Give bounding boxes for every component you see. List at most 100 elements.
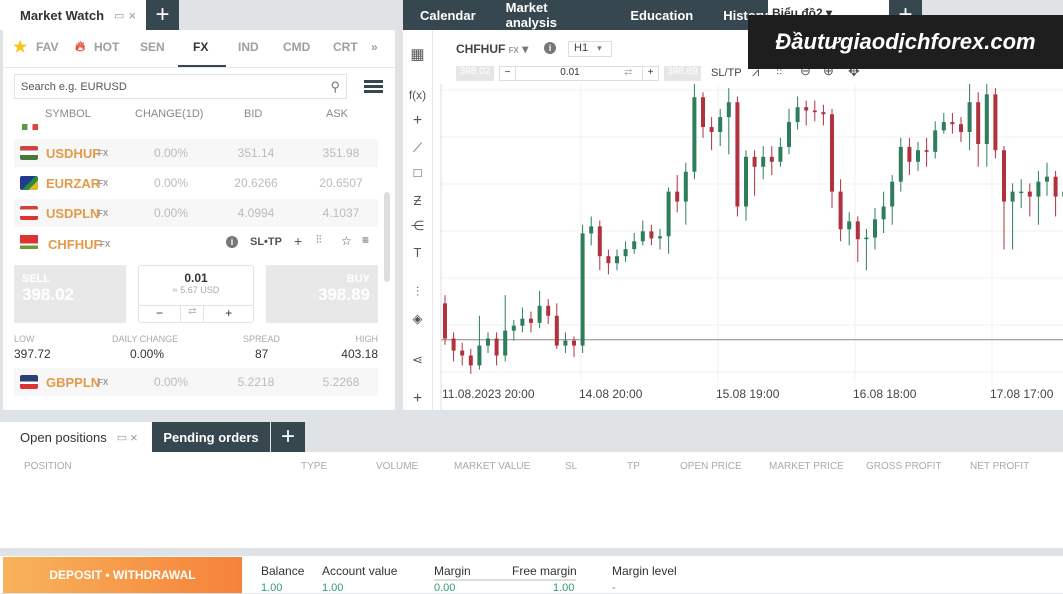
maximize-icon[interactable]: ▭ — [117, 431, 127, 444]
fibonacci-icon[interactable]: Ƶ — [403, 193, 432, 208]
candle-body — [460, 350, 465, 356]
increase-button[interactable]: + — [642, 67, 658, 80]
layout-grid-icon[interactable]: ▦ — [403, 45, 432, 63]
grid-view-icon[interactable] — [364, 80, 383, 93]
crosshair-icon[interactable]: + — [403, 112, 432, 130]
type: FX — [98, 377, 109, 387]
text-icon[interactable]: T — [403, 245, 432, 260]
col-market-value: MARKET VALUE — [454, 461, 531, 472]
chart-sell-button[interactable]: 398.02 — [456, 66, 494, 81]
candle-body — [976, 102, 981, 145]
scrollbar[interactable] — [384, 192, 390, 282]
x-tick-label: 16.08 18:00 — [853, 387, 917, 401]
volume-increase-button[interactable]: + — [204, 306, 253, 323]
share-icon[interactable]: ⋖ — [403, 352, 432, 368]
candle-body — [615, 256, 619, 264]
info-icon[interactable]: i — [226, 236, 238, 248]
decrease-button[interactable]: − — [500, 67, 516, 80]
add-bottom-tab-button[interactable]: + — [271, 422, 305, 452]
symbol: EURZAR — [46, 175, 101, 191]
spread-value: 87 — [255, 347, 269, 361]
sell-button[interactable]: SELL 398.02 — [14, 265, 126, 323]
type: FX — [100, 240, 111, 249]
spread-label: SPREAD — [243, 334, 281, 344]
volume-decrease-button[interactable]: − — [139, 306, 182, 323]
candle-body — [898, 146, 903, 182]
ask: 5.2268 — [322, 375, 360, 389]
trendline-icon[interactable]: ⟋ — [403, 140, 432, 156]
add-icon[interactable]: + — [403, 390, 432, 408]
margin-level-value: - — [612, 582, 616, 594]
candle-body — [984, 94, 989, 145]
more-categories-icon[interactable]: » — [371, 40, 378, 54]
timeframe-select[interactable]: H1 ▾ — [568, 41, 612, 57]
category-ind[interactable]: IND — [238, 40, 259, 54]
chart-symbol-select[interactable]: CHFHUF FX ▾ — [456, 42, 528, 56]
category-sen[interactable]: SEN — [140, 40, 165, 54]
category-hot[interactable]: HOT — [94, 40, 119, 54]
tab-pending-orders[interactable]: Pending orders — [152, 422, 270, 452]
chart-volume-input[interactable]: − 0.01 ⇄ + — [499, 66, 659, 81]
indicators-button[interactable]: f(x) — [403, 88, 432, 102]
tab-education[interactable]: Education — [630, 8, 693, 23]
symbol-row-gbppln[interactable]: GBPPLN FX 0.00% 5.2218 5.2268 — [14, 368, 378, 396]
close-icon[interactable]: × — [128, 8, 136, 23]
add-to-list-icon[interactable]: ≡ — [362, 233, 369, 247]
maximize-icon[interactable]: ▭ — [114, 9, 124, 22]
symbol-row-usdhuf[interactable]: USDHUF FX 0.00% 351.14 351.98 — [14, 139, 378, 167]
add-icon[interactable]: + — [294, 233, 302, 249]
flag-icon — [20, 206, 38, 220]
candle-body — [907, 146, 912, 162]
rectangle-icon[interactable]: □ — [403, 165, 432, 180]
account-value: 1.00 — [322, 582, 344, 594]
category-fav[interactable]: FAV — [36, 40, 58, 54]
search-input[interactable]: Search e.g. EURUSD ⚲ — [14, 74, 347, 99]
low-label: LOW — [14, 334, 35, 344]
candle-body — [675, 191, 680, 202]
candle-body — [477, 345, 482, 366]
add-tab-button[interactable]: + — [146, 0, 179, 30]
tab-calendar[interactable]: Calendar — [420, 8, 476, 23]
swap-icon[interactable]: ⇄ — [624, 67, 642, 80]
candlestick-chart[interactable]: 11.08.2023 20:00 14.08 20:00 15.08 19:00 16… — [433, 84, 1063, 410]
change: 0.00% — [153, 176, 189, 190]
volume-value[interactable]: 0.01 — [139, 271, 253, 285]
symbol-row-usdpln[interactable]: USDPLN FX 0.00% 4.0994 4.1037 — [14, 199, 378, 227]
change: 0.00% — [153, 375, 189, 389]
top-nav: Calendar Market analysis Education Histo… — [403, 0, 768, 30]
info-icon[interactable]: i — [544, 42, 556, 54]
category-fx[interactable]: FX — [193, 40, 208, 54]
col-tp: TP — [627, 461, 640, 472]
buy-button[interactable]: BUY 398.89 — [266, 265, 378, 323]
candle-body — [812, 110, 817, 113]
star-outline-icon[interactable]: ☆ — [341, 234, 352, 248]
buy-label: BUY — [346, 273, 370, 285]
candles-icon[interactable]: ⫶ — [403, 284, 432, 300]
chart-buy-button[interactable]: 398.89 — [664, 66, 701, 81]
pitchfork-icon[interactable]: ⋲ — [403, 218, 432, 234]
sltp-button[interactable]: SL•TP — [250, 236, 282, 248]
type: FX — [98, 148, 109, 158]
chart-sltp-button[interactable]: SL/TP — [711, 67, 742, 79]
close-icon[interactable]: × — [130, 430, 138, 445]
flag-icon — [20, 176, 38, 190]
swap-icon[interactable]: ⇄ — [181, 306, 205, 323]
category-crt[interactable]: CRT — [333, 40, 358, 54]
category-cmd[interactable]: CMD — [283, 40, 310, 54]
symbol: USDPLN — [46, 205, 100, 221]
tab-open-positions[interactable]: Open positions ▭ × — [0, 422, 152, 452]
symbol: USDHUF — [46, 145, 101, 161]
candle-body — [546, 305, 551, 316]
candle-body — [735, 102, 740, 207]
tab-market-analysis[interactable]: Market analysis — [506, 0, 601, 30]
symbol-row-eurzar[interactable]: EURZAR FX 0.00% 20.6266 20.6507 — [14, 169, 378, 197]
layers-icon[interactable]: ◈ — [403, 311, 432, 327]
chart-icon[interactable]: ⫶⫶ — [316, 234, 322, 247]
type: FX — [98, 208, 109, 218]
candle-body — [606, 256, 611, 264]
tab-market-watch[interactable]: Market Watch ▭ × — [0, 0, 146, 30]
candle-body — [950, 122, 955, 125]
deposit-withdrawal-button[interactable]: DEPOSIT • WITHDRAWAL — [3, 557, 242, 593]
candle-body — [864, 237, 869, 240]
margin-bar — [434, 579, 576, 581]
